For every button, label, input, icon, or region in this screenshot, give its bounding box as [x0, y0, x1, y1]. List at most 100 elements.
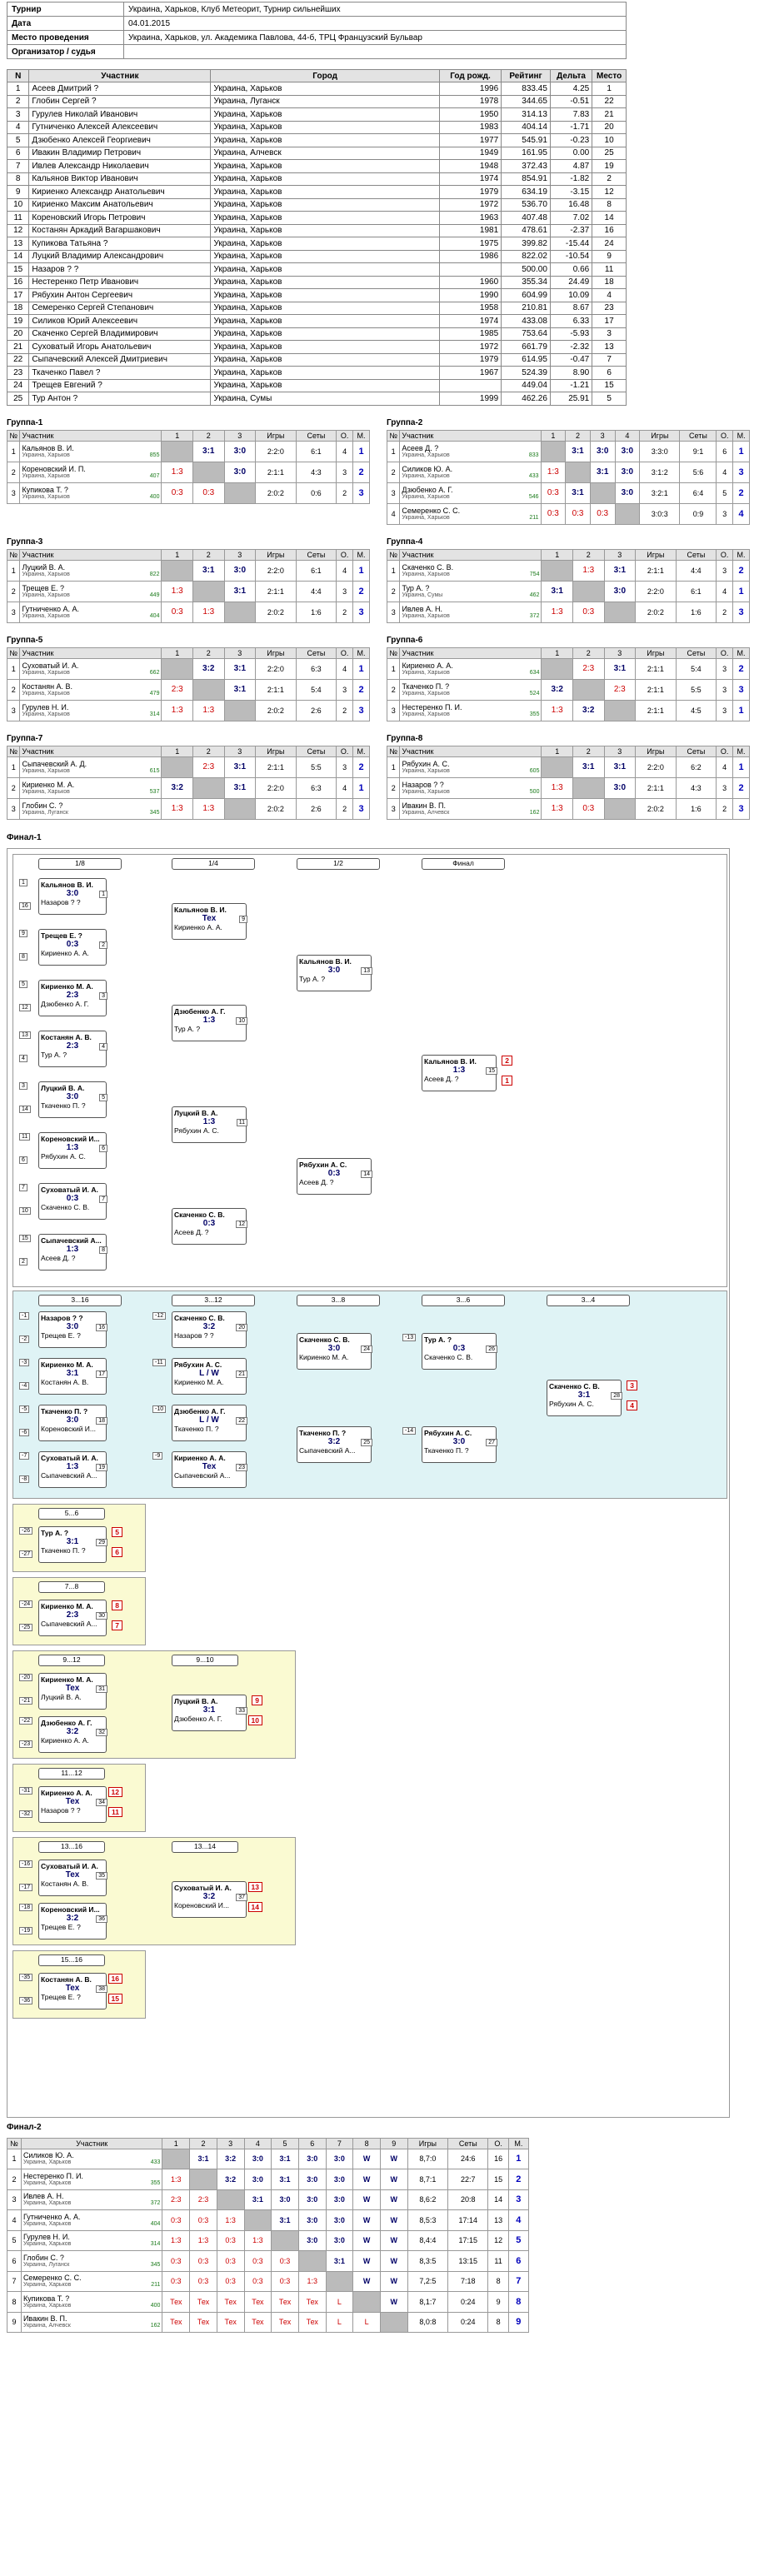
match-score: Тех: [65, 1683, 80, 1693]
player-city: Украина, Алчевск: [22, 2323, 71, 2329]
match-player-b: Кириенко А. А.: [174, 922, 222, 931]
score-cell: 3:0: [589, 440, 616, 462]
player-city: Украина, Сумы: [402, 592, 443, 598]
stat-value: 2:1:1: [647, 706, 664, 715]
score: 0:3: [225, 2236, 236, 2245]
row-number: 2: [386, 461, 401, 483]
score-cell: W: [352, 2229, 381, 2251]
score-cell: 3:1: [325, 2250, 354, 2272]
stat-value: 9:1: [692, 447, 704, 456]
match-player-a: Кальянов В. И.: [299, 956, 352, 966]
score: 3:0: [621, 488, 634, 497]
player-rating: 855: [149, 452, 160, 458]
match-number: 16: [96, 1323, 107, 1331]
score-cell: 3:1: [565, 482, 591, 504]
player-name: Назаров ? ?: [402, 780, 444, 789]
match-player-b: Кириенко М. А.: [174, 1377, 224, 1386]
match-number: 30: [96, 1611, 107, 1620]
stat-value: 2:0:2: [647, 804, 664, 813]
stat-cell: 4: [716, 756, 734, 778]
round-header: 1/2: [297, 857, 380, 870]
player-name: Ткаченко П. ?: [402, 681, 450, 691]
stat-value: 3:1:2: [651, 467, 668, 477]
table-cell: Украина, Харьков: [210, 223, 440, 237]
participant-cell: Скаченко С. В. Украина, Харьков 754: [399, 559, 542, 582]
stat-cell: 9: [507, 2311, 530, 2333]
player-rating: 400: [150, 2302, 161, 2309]
table-cell: 6: [592, 366, 627, 380]
score: W: [362, 2256, 371, 2265]
score-cell: 3:1: [271, 2169, 299, 2190]
score-cell: 3:1: [603, 657, 637, 680]
match-score: 1:3: [452, 1065, 466, 1075]
table-row: 1 Суховатый И. А. Украина, Харьков 662 3:2 3:…: [6, 657, 370, 680]
group-header: О.: [336, 745, 354, 757]
group-header: Игры: [255, 429, 297, 442]
match-number: 37: [236, 1893, 247, 1901]
row-number: 9: [7, 2311, 22, 2333]
table-cell: 1996: [438, 82, 502, 96]
stat-cell: 17:14: [447, 2209, 489, 2231]
score-cell: 1:3: [192, 699, 225, 721]
group-header: М.: [352, 429, 370, 442]
player-city: Украина, Луганск: [22, 809, 68, 816]
stat-value: 2:2:0: [267, 664, 284, 673]
player-name: Купикова Т. ?: [22, 485, 68, 494]
match-number: 9: [239, 915, 247, 923]
player-name: Костанян А. В.: [22, 681, 73, 691]
score: 3:0: [307, 2174, 318, 2184]
player-rating: 615: [149, 767, 160, 774]
score: 3:1: [197, 2154, 209, 2164]
score: 3:0: [621, 447, 634, 456]
group-block: Группа-6 № Участник 1 2 3 Игры Сеты О. М. 1 Кириенк…: [386, 636, 750, 721]
table-cell: Суховатый Игорь Анатольевич: [28, 340, 212, 354]
score-cell: 1:3: [161, 699, 193, 721]
place-value: 3: [738, 684, 744, 695]
score: 3:0: [233, 467, 247, 477]
score-cell: 3:0: [223, 461, 257, 483]
score: L: [364, 2318, 369, 2327]
match-player-a: Тур А. ?: [424, 1335, 452, 1344]
player-name: Скаченко С. В.: [402, 562, 454, 572]
score-cell: 3:1: [243, 2189, 272, 2210]
stat-cell: 3: [336, 580, 354, 602]
score-cell: 0:3: [216, 2270, 245, 2292]
match-player-b: Назаров ? ?: [41, 1805, 81, 1815]
place-value: 2: [358, 761, 364, 772]
table-cell: 1950: [438, 107, 502, 122]
score: 3:0: [233, 447, 247, 456]
group-header: Участник: [399, 646, 542, 659]
player-rating: 537: [149, 788, 160, 795]
score: 3:1: [233, 783, 247, 792]
seed-label: -18: [19, 1903, 33, 1911]
stat-cell: 7,2:5: [407, 2270, 449, 2292]
match-score: 0:3: [66, 1193, 79, 1203]
round-header: 3...8: [297, 1294, 380, 1306]
stat-value: 0:6: [311, 488, 322, 497]
table-cell: 18: [592, 275, 627, 289]
place-value: 1: [738, 761, 744, 772]
score: 2:3: [202, 762, 215, 771]
table-cell: Украина, Харьков: [210, 249, 440, 263]
group-header: 2: [572, 745, 605, 757]
match-player-b: Тур А. ?: [299, 974, 326, 983]
table-cell: 3: [592, 327, 627, 341]
score-cell: Тех: [243, 2311, 272, 2333]
stat-value: 2:2:0: [647, 587, 664, 596]
group-title: Группа-7: [7, 733, 43, 743]
match-player-b: Трещев Е. ?: [41, 1330, 81, 1340]
match-box: Назаров ? ? 3:0 Трещев Е. ? 16 -1 -2: [19, 1310, 107, 1348]
participants-header: Год рожд.: [438, 69, 502, 82]
match-box: Костанян А. В. 2:3 Тур А. ? 4 13 4: [19, 1030, 107, 1067]
group-header: О.: [716, 548, 734, 561]
stat-cell: 3:1:2: [639, 461, 681, 483]
final2-title: Финал-2: [7, 2122, 42, 2132]
group-title: Группа-8: [387, 733, 423, 743]
placement-bracket: 13...16 13...14 Суховатый И. А. Тех Костанян…: [12, 1836, 296, 1945]
stat-value: 16: [494, 2154, 503, 2164]
final2-header: 3: [216, 2137, 245, 2149]
table-row: 23 Ткаченко Павел ? Украина, Харьков 1967 52…: [6, 366, 627, 380]
stat-cell: 2:2:0: [255, 440, 297, 462]
final2-table: № Участник 1 2 3 4 5 6 7 8 9 Игры Сеты О. М. 1 Силиков Ю…: [7, 2137, 530, 2334]
participant-cell: Глобин С. ? Украина, Луганск 345: [20, 2250, 163, 2272]
